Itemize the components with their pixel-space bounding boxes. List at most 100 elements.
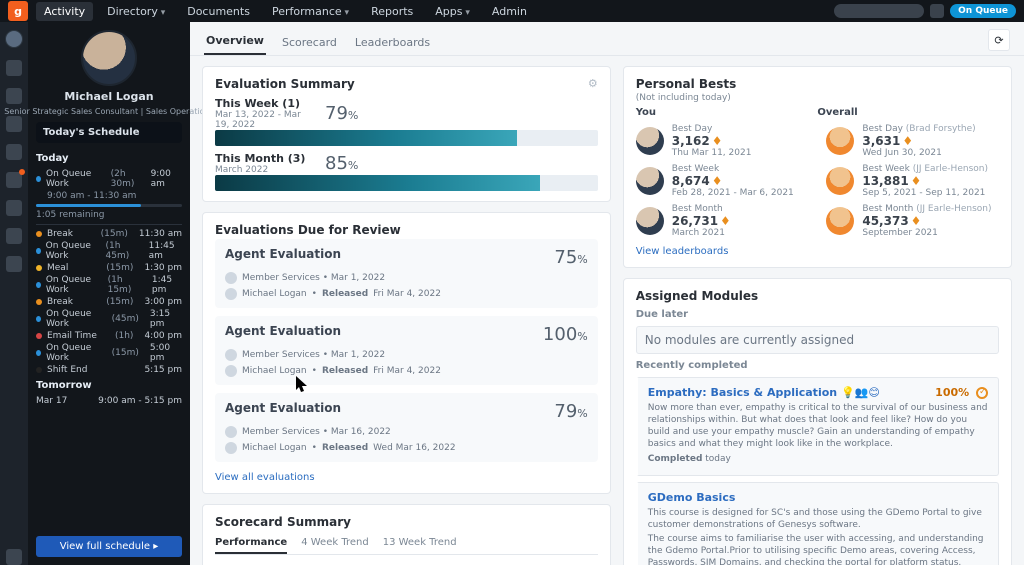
view-leaderboards-link[interactable]: View leaderboards [636,246,729,257]
main-tabs: Overview Scorecard Leaderboards ⟳ [190,22,1024,56]
sc-tab-4week[interactable]: 4 Week Trend [301,533,369,554]
folder-icon[interactable] [6,200,22,216]
refresh-icon[interactable]: ⟳ [988,29,1010,51]
pb-item: Best Week8,674♦Feb 28, 2021 - Mar 6, 202… [636,164,809,198]
evaluation-item[interactable]: Agent Evaluation79% Member Services • Ma… [215,393,598,462]
avatar-icon [225,365,237,377]
notification-icon[interactable] [930,4,944,18]
star-icon[interactable] [6,60,22,76]
tab-leaderboards[interactable]: Leaderboards [353,30,432,55]
scorecard-title: Scorecard Summary [215,515,598,529]
help-icon[interactable] [6,549,22,565]
schedule-item[interactable]: Meal(15m)1:30 pm [36,262,182,274]
sc-tab-13week[interactable]: 13 Week Trend [383,533,457,554]
due-later-label: Due later [636,309,999,320]
profile-name: Michael Logan [64,90,153,103]
rail-avatar[interactable] [5,30,23,48]
today-schedule: Today On Queue Work(2h 30m)9:00 am 9:00 … [36,149,182,407]
view-all-evaluations-link[interactable]: View all evaluations [215,472,315,483]
nav-reports[interactable]: Reports [363,2,421,21]
schedule-item[interactable]: On Queue Work(2h 30m)9:00 am [36,168,182,190]
profile-role: Senior Strategic Sales Consultant | Sale… [4,107,213,116]
phone-icon[interactable] [6,144,22,160]
module-item[interactable]: 100% Empathy: Basics & Application 💡👥😊 N… [636,377,999,476]
schedule-header: Today's Schedule [36,122,182,143]
week-pct: 79% [325,103,358,124]
module-pct: 100% [935,386,988,399]
gear-icon[interactable]: ⚙ [588,77,598,90]
video-icon[interactable] [6,116,22,132]
tab-overview[interactable]: Overview [204,28,266,55]
due-title: Evaluations Due for Review [215,223,598,237]
assigned-modules-card: Assigned Modules Due later No modules ar… [623,278,1012,565]
nav-directory[interactable]: Directory [99,2,173,21]
schedule-item[interactable]: Shift End5:15 pm [36,364,182,376]
module-body: Now more than ever, empathy is critical … [648,402,988,451]
schedule-item[interactable]: On Queue Work(1h 45m)11:45 am [36,240,182,262]
scorecard-tabs: Performance 4 Week Trend 13 Week Trend [215,533,598,555]
phone-icon [225,272,237,284]
week-bar [215,130,598,146]
module-body: This course is designed for SC's and tho… [648,507,988,531]
recently-completed-label: Recently completed [636,360,999,371]
month-bar [215,175,598,191]
schedule-item[interactable]: On Queue Work(1h 15m)1:45 pm [36,274,182,296]
top-nav: Activity Directory Documents Performance… [36,2,535,21]
pb-item: Best Month26,731♦March 2021 [636,204,809,238]
tomorrow-label: Tomorrow [36,380,182,391]
no-modules-message: No modules are currently assigned [636,326,999,354]
tomorrow-item[interactable]: Mar 179:00 am - 5:15 pm [36,395,182,407]
nav-documents[interactable]: Documents [179,2,258,21]
search-input[interactable] [834,4,924,18]
pb-item: Best Month (JJ Earle-Henson)45,373♦Septe… [826,204,999,238]
schedule-item[interactable]: On Queue Work(45m)3:15 pm [36,308,182,330]
progress-bar [36,204,182,207]
month-pct: 85% [325,153,358,174]
nav-apps[interactable]: Apps [427,2,478,21]
chat-icon[interactable] [6,88,22,104]
pb-item: Best Week (JJ Earle-Henson)13,881♦Sep 5,… [826,164,999,198]
schedule-item[interactable]: On Queue Work(15m)5:00 pm [36,342,182,364]
module-title: GDemo Basics [648,491,988,504]
schedule-item[interactable]: Break(15m)11:30 am [36,228,182,240]
scorecard-summary-card: Scorecard Summary Performance 4 Week Tre… [202,504,611,565]
nav-activity[interactable]: Activity [36,2,93,21]
module-item[interactable]: GDemo Basics This course is designed for… [636,482,999,565]
profile-photo [81,30,137,86]
schedule-item[interactable]: Break(15m)3:00 pm [36,296,182,308]
nav-admin[interactable]: Admin [484,2,535,21]
sc-tab-performance[interactable]: Performance [215,533,287,554]
modules-title: Assigned Modules [636,289,999,303]
evaluation-item[interactable]: Agent Evaluation100% Member Services • M… [215,316,598,385]
pb-title: Personal Bests [636,77,999,91]
pb-item: Best Day (Brad Forsythe)3,631♦Wed Jun 30… [826,124,999,158]
grid-icon[interactable] [6,256,22,272]
check-icon [976,387,988,399]
module-body2: The course aims to familiarise the user … [648,533,988,565]
phone-icon [225,349,237,361]
brand-logo: g [8,1,28,21]
side-rail [0,22,28,565]
tab-scorecard[interactable]: Scorecard [280,30,339,55]
eval-summary-title: Evaluation Summary [215,77,598,91]
nav-performance[interactable]: Performance [264,2,357,21]
time-remaining: 1:05 remaining [36,209,182,221]
sidebar: Michael Logan Senior Strategic Sales Con… [28,22,190,565]
cursor-icon [295,375,309,393]
module-completed: Completed today [648,453,988,465]
evaluation-item[interactable]: Agent Evaluation75% Member Services • Ma… [215,239,598,308]
inbox-icon[interactable] [6,172,22,188]
pb-note: (Not including today) [636,93,999,103]
view-full-schedule-button[interactable]: View full schedule ▸ [36,536,182,557]
avatar-icon [225,288,237,300]
pb-item: Best Day3,162♦Thu Mar 11, 2021 [636,124,809,158]
main: Overview Scorecard Leaderboards ⟳ ⚙ Eval… [190,22,1024,565]
personal-bests-card: Personal Bests (Not including today) You… [623,66,1012,268]
people-icon[interactable] [6,228,22,244]
today-label: Today [36,153,182,164]
schedule-subrange: 9:00 am - 11:30 am [36,190,182,202]
avatar-icon [225,442,237,454]
evaluation-summary-card: ⚙ Evaluation Summary This Week (1)Mar 13… [202,66,611,202]
schedule-item[interactable]: Email Time(1h)4:00 pm [36,330,182,342]
on-queue-chip[interactable]: On Queue [950,4,1016,18]
